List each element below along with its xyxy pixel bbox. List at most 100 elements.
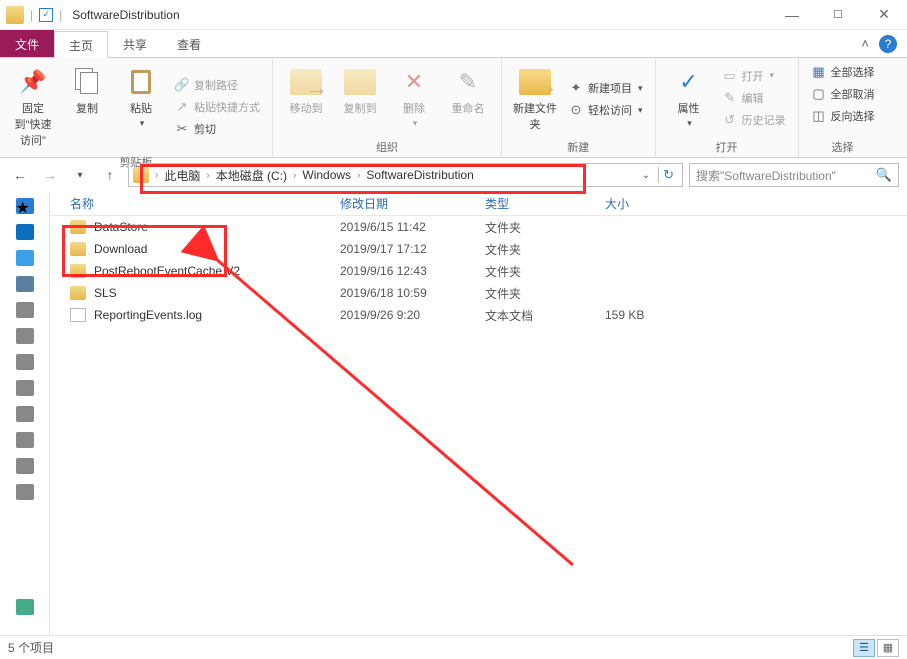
col-size[interactable]: 大小 (605, 195, 705, 212)
easy-access-icon: ⊙ (568, 102, 584, 118)
maximize-button[interactable]: ☐ (815, 0, 861, 30)
group-open-label: 打开 (664, 137, 790, 155)
search-icon[interactable]: 🔍 (876, 167, 892, 183)
chevron-right-icon[interactable]: › (206, 170, 209, 181)
tab-file[interactable]: 文件 (0, 30, 54, 57)
address-bar[interactable]: › 此电脑 › 本地磁盘 (C:) › Windows › SoftwareDi… (128, 163, 683, 187)
new-folder-button[interactable]: ✦新建文件夹 (510, 62, 560, 136)
drive-icon[interactable] (16, 484, 34, 500)
properties-button[interactable]: ✓属性▾ (664, 62, 714, 133)
group-new-label: 新建 (510, 137, 647, 155)
drive-icon[interactable] (16, 354, 34, 370)
file-list-pane: 名称 修改日期 类型 大小 DataStore2019/6/15 11:42文件… (50, 192, 907, 635)
open-icon: ▭ (722, 68, 738, 84)
qat-checkbox-icon[interactable]: ✓ (39, 8, 53, 22)
drive-icon[interactable] (16, 458, 34, 474)
rename-button[interactable]: ✎重命名 (443, 62, 493, 133)
item-type: 文本文档 (485, 307, 605, 324)
col-name[interactable]: 名称 (70, 195, 340, 212)
paste-shortcut-button[interactable]: ↗粘贴快捷方式 (170, 97, 264, 117)
help-icon[interactable]: ? (879, 35, 897, 53)
pin-icon: 📌 (17, 66, 49, 98)
list-item[interactable]: Download2019/9/17 17:12文件夹 (50, 238, 907, 260)
network-icon[interactable] (16, 599, 34, 615)
ribbon: 📌 固定到"快速访问" 复制 粘贴 ▾ 🔗复制 (0, 58, 907, 158)
copy-button[interactable]: 复制 (62, 62, 112, 152)
this-pc-icon[interactable] (16, 276, 34, 292)
move-to-button[interactable]: →移动到 (281, 62, 331, 133)
new-item-button[interactable]: ✦新建项目▾ (564, 78, 647, 98)
cloud-icon[interactable] (16, 250, 34, 266)
list-item[interactable]: ReportingEvents.log2019/9/26 9:20文本文档159… (50, 304, 907, 326)
invert-selection-button[interactable]: ◫反向选择 (807, 106, 879, 126)
drive-icon[interactable] (16, 432, 34, 448)
drive-icon[interactable] (16, 302, 34, 318)
col-date[interactable]: 修改日期 (340, 195, 485, 212)
chevron-right-icon[interactable]: › (293, 170, 296, 181)
tab-share[interactable]: 共享 (108, 30, 162, 57)
folder-icon (70, 220, 86, 234)
minimize-button[interactable]: — (769, 0, 815, 30)
refresh-icon[interactable]: ↻ (658, 167, 678, 183)
tab-home[interactable]: 主页 (54, 31, 108, 58)
copy-icon (71, 66, 103, 98)
item-type: 文件夹 (485, 263, 605, 280)
select-none-button[interactable]: ▢全部取消 (807, 84, 879, 104)
address-dropdown-icon[interactable]: ⌄ (636, 170, 656, 181)
move-icon: → (290, 66, 322, 98)
easy-access-button[interactable]: ⊙轻松访问▾ (564, 100, 647, 120)
paste-button[interactable]: 粘贴 ▾ (116, 62, 166, 152)
up-button[interactable]: ↑ (98, 163, 122, 187)
chevron-right-icon[interactable]: › (357, 170, 360, 181)
drive-icon[interactable] (16, 328, 34, 344)
edit-button[interactable]: ✎编辑 (718, 88, 790, 108)
select-all-button[interactable]: ▦全部选择 (807, 62, 879, 82)
collapse-ribbon-icon[interactable]: ˄ (861, 36, 869, 51)
drive-icon[interactable] (16, 380, 34, 396)
item-date: 2019/6/18 10:59 (340, 286, 485, 300)
item-name: Download (94, 242, 340, 256)
forward-button[interactable]: → (38, 163, 62, 187)
path-icon: 🔗 (174, 77, 190, 93)
list-item[interactable]: DataStore2019/6/15 11:42文件夹 (50, 216, 907, 238)
invert-icon: ◫ (811, 108, 827, 124)
crumb-softwaredistribution[interactable]: SoftwareDistribution (362, 168, 477, 182)
quickaccess-icon[interactable]: ★ (16, 198, 34, 214)
folder-icon (70, 242, 86, 256)
select-none-icon: ▢ (811, 86, 827, 102)
item-name: ReportingEvents.log (94, 308, 340, 322)
tab-view[interactable]: 查看 (162, 30, 216, 57)
copy-to-button[interactable]: 复制到 (335, 62, 385, 133)
drive-icon[interactable] (16, 406, 34, 422)
item-size: 159 KB (605, 308, 705, 322)
search-box[interactable]: 搜索"SoftwareDistribution" 🔍 (689, 163, 899, 187)
group-select-label: 选择 (807, 137, 879, 155)
delete-icon: ✕ (398, 66, 430, 98)
open-button[interactable]: ▭打开▾ (718, 66, 790, 86)
crumb-windows[interactable]: Windows (298, 168, 355, 182)
close-button[interactable]: ✕ (861, 0, 907, 30)
item-type: 文件夹 (485, 241, 605, 258)
crumb-this-pc[interactable]: 此电脑 (160, 167, 204, 184)
item-type: 文件夹 (485, 285, 605, 302)
column-headers: 名称 修改日期 类型 大小 (50, 192, 907, 216)
chevron-right-icon[interactable]: › (155, 170, 158, 181)
delete-button[interactable]: ✕删除▾ (389, 62, 439, 133)
onedrive-icon[interactable] (16, 224, 34, 240)
address-folder-icon (133, 167, 149, 183)
list-item[interactable]: SLS2019/6/18 10:59文件夹 (50, 282, 907, 304)
cut-button[interactable]: ✂剪切 (170, 119, 264, 139)
col-type[interactable]: 类型 (485, 195, 605, 212)
list-item[interactable]: PostRebootEventCache.V22019/9/16 12:43文件… (50, 260, 907, 282)
details-view-icon[interactable]: ☰ (853, 639, 875, 657)
thumbnails-view-icon[interactable]: ▦ (877, 639, 899, 657)
back-button[interactable]: ← (8, 163, 32, 187)
nav-tree[interactable]: ★ (0, 192, 50, 635)
crumb-drive-c[interactable]: 本地磁盘 (C:) (212, 167, 291, 184)
recent-button[interactable]: ▾ (68, 163, 92, 187)
copy-path-button[interactable]: 🔗复制路径 (170, 75, 264, 95)
properties-icon: ✓ (673, 66, 705, 98)
item-date: 2019/9/16 12:43 (340, 264, 485, 278)
pin-to-quick-access-button[interactable]: 📌 固定到"快速访问" (8, 62, 58, 152)
history-button[interactable]: ↺历史记录 (718, 110, 790, 130)
